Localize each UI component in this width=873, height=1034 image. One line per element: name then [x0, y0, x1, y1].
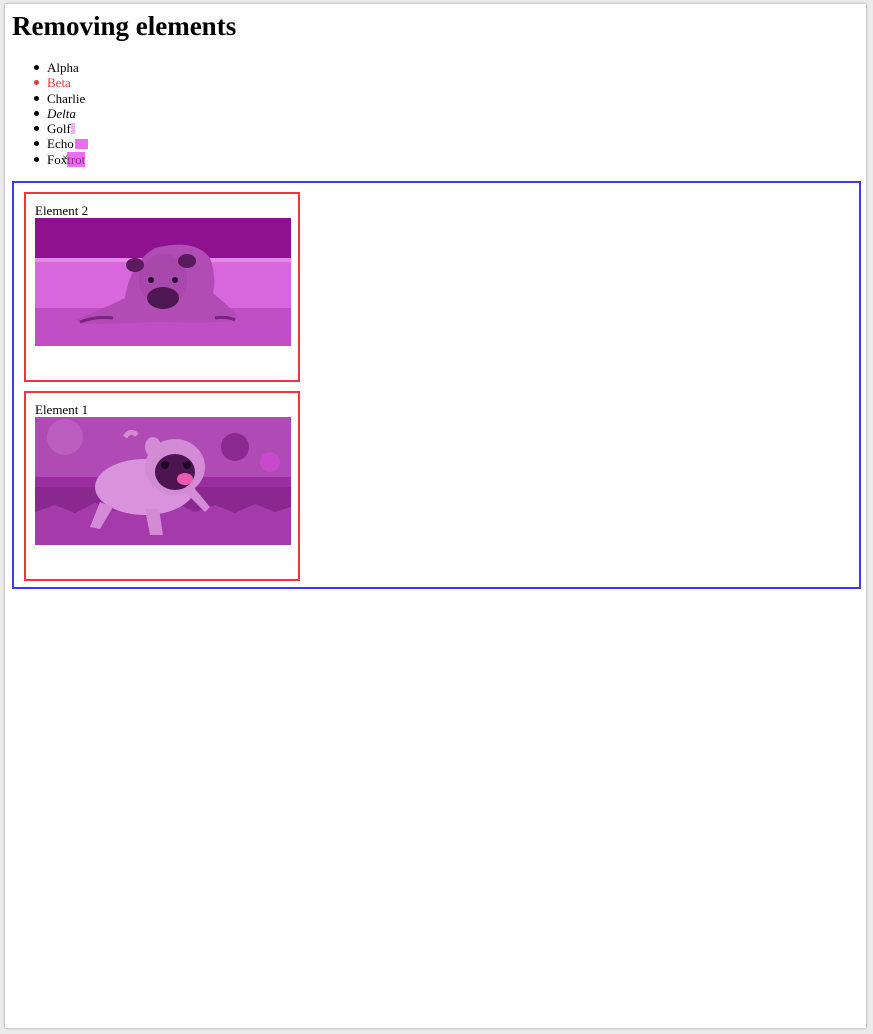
page-title: Removing elements [12, 11, 237, 41]
list-item-beta: Beta [34, 75, 88, 91]
echo-highlight [74, 139, 88, 150]
list-item-label: Beta [47, 75, 71, 91]
list-item-alpha: Alpha [34, 60, 88, 75]
list-item-label: Golf [47, 121, 71, 137]
list-item-label: Echo [47, 136, 74, 152]
element-list: Alpha Beta Charlie Delta Golf Echo Foxtr… [34, 60, 88, 167]
element-card: Element 1 [24, 391, 300, 581]
list-item-label: Charlie [47, 90, 86, 106]
list-item-delta: Delta [34, 105, 88, 121]
golf-highlight [71, 123, 75, 135]
pug-lying-image [35, 218, 291, 346]
elements-container: Element 2 Element 1 [12, 181, 861, 589]
list-item-foxtrot: Foxtrot × [34, 151, 88, 167]
list-item-charlie: Charlie [34, 90, 88, 106]
card-label: Element 2 [35, 203, 89, 218]
card-label: Element 1 [35, 402, 89, 417]
element-card: Element 2 [24, 192, 300, 382]
list-item-golf: Golf [34, 121, 88, 137]
list-item-echo: Echo [34, 136, 88, 152]
cursor-x-icon: × [62, 151, 69, 164]
pug-running-image [35, 417, 291, 545]
page-document: Removing elements Alpha Beta Charlie Del… [5, 4, 866, 1028]
list-item-label: Delta [47, 105, 76, 121]
list-item-label: Alpha [47, 60, 79, 75]
foxtrot-highlight: trot [67, 151, 86, 167]
